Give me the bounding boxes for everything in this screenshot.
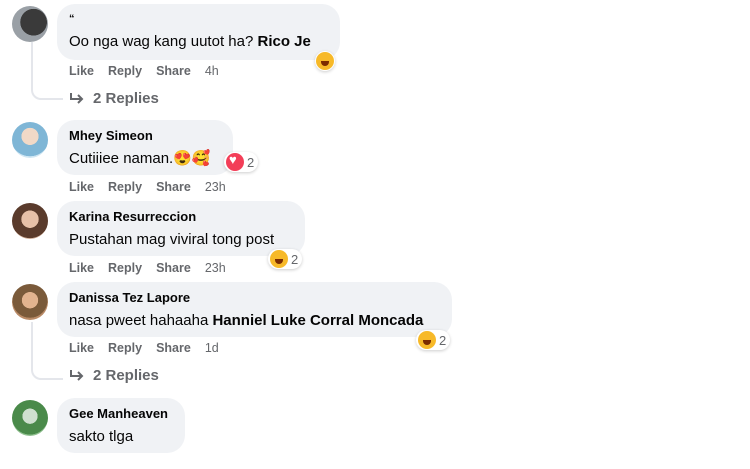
commenter-name[interactable]: Karina Resurreccion (69, 209, 293, 225)
comment-actions: Like Reply Share 4h (69, 64, 233, 78)
view-replies-link[interactable]: 2 Replies (69, 90, 159, 107)
commenter-name[interactable]: Gee Manheaven (69, 406, 173, 422)
laugh-emoji-icon (270, 250, 288, 268)
replies-count: 2 Replies (93, 90, 159, 107)
reaction-count: 2 (291, 251, 299, 267)
avatar[interactable] (12, 400, 48, 436)
commenter-name[interactable]: “ (69, 12, 328, 26)
comment-actions: Like Reply Share 23h (69, 180, 240, 194)
avatar[interactable] (12, 284, 48, 320)
comment-body: Oo nga wag kang uutot ha? (69, 33, 258, 50)
comment-actions: Like Reply Share 1d (69, 341, 233, 355)
comment-bubble: Danissa Tez Lapore nasa pweet hahaaha Ha… (57, 282, 452, 337)
reply-button[interactable]: Reply (108, 64, 142, 78)
like-button[interactable]: Like (69, 261, 94, 275)
replies-count: 2 Replies (93, 367, 159, 384)
like-button[interactable]: Like (69, 64, 94, 78)
reaction-count: 2 (439, 332, 447, 348)
comment-body: sakto tlga (69, 428, 134, 445)
comment-bubble: Gee Manheaven sakto tlga (57, 398, 185, 453)
mention-link[interactable]: Hanniel Luke Corral Moncada (212, 312, 423, 329)
reaction-summary[interactable]: 2 (416, 330, 451, 350)
reaction-summary[interactable]: 2 (268, 249, 303, 269)
share-button[interactable]: Share (156, 341, 191, 355)
inline-emojis: 😍🥰 (173, 150, 211, 167)
timestamp[interactable]: 4h (205, 64, 219, 78)
timestamp[interactable]: 1d (205, 341, 219, 355)
like-button[interactable]: Like (69, 341, 94, 355)
comment-actions: Like Reply Share 23h (69, 261, 240, 275)
reaction-count: 2 (247, 154, 255, 170)
reply-arrow-icon (69, 369, 85, 383)
reply-button[interactable]: Reply (108, 341, 142, 355)
view-replies-link[interactable]: 2 Replies (69, 367, 159, 384)
like-button[interactable]: Like (69, 180, 94, 194)
reply-arrow-icon (69, 92, 85, 106)
comment-bubble: “ Oo nga wag kang uutot ha? Rico Je (57, 4, 340, 60)
avatar[interactable] (12, 122, 48, 158)
reaction-summary[interactable] (315, 51, 335, 71)
reaction-summary[interactable]: 2 (224, 152, 259, 172)
heart-reaction-icon (226, 152, 244, 171)
comment-bubble: Karina Resurreccion Pustahan mag viviral… (57, 201, 305, 256)
comment-body: Pustahan mag viviral tong post (69, 231, 275, 248)
mention-link[interactable]: Rico Je (257, 33, 310, 50)
commenter-name[interactable]: Danissa Tez Lapore (69, 290, 440, 306)
reply-button[interactable]: Reply (108, 261, 142, 275)
thread-connector (31, 42, 63, 100)
share-button[interactable]: Share (156, 261, 191, 275)
thread-connector (31, 322, 63, 380)
comment-text: nasa pweet hahaaha Hanniel Luke Corral M… (69, 311, 440, 331)
comment-body: Cutiiiee naman. (69, 150, 174, 167)
avatar[interactable] (12, 203, 48, 239)
commenter-name[interactable]: Mhey Simeon (69, 128, 221, 144)
laugh-emoji-icon (418, 331, 436, 349)
avatar[interactable] (12, 6, 48, 42)
reply-button[interactable]: Reply (108, 180, 142, 194)
comment-text: Pustahan mag viviral tong post (69, 230, 293, 250)
comment-text: sakto tlga (69, 427, 173, 447)
share-button[interactable]: Share (156, 180, 191, 194)
comment-bubble: Mhey Simeon Cutiiiee naman.😍🥰 (57, 120, 233, 175)
comment-text: Cutiiiee naman.😍🥰 (69, 149, 221, 169)
share-button[interactable]: Share (156, 64, 191, 78)
comment-text: Oo nga wag kang uutot ha? Rico Je (69, 32, 328, 52)
timestamp[interactable]: 23h (205, 261, 226, 275)
comment-body: nasa pweet hahaaha (69, 312, 213, 329)
laugh-emoji-icon (316, 52, 334, 70)
timestamp[interactable]: 23h (205, 180, 226, 194)
